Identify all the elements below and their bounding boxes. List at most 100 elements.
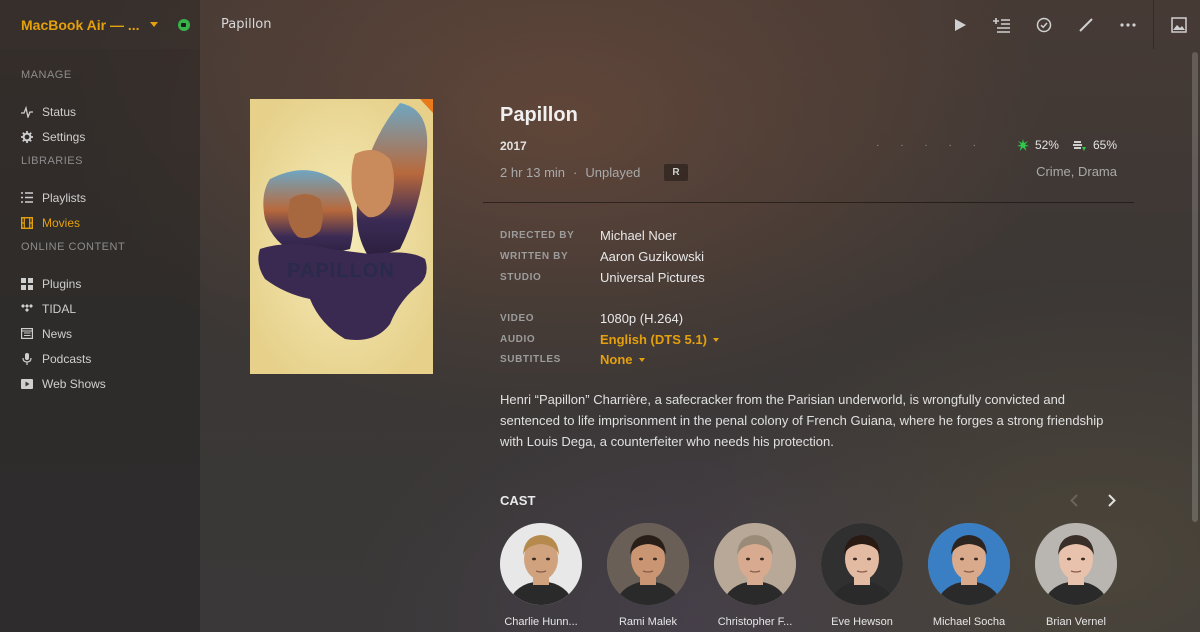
avatar	[714, 523, 796, 605]
sidebar-section-title: MANAGE	[21, 69, 72, 81]
sidebar-item-label: Playlists	[42, 190, 87, 205]
sidebar-item-news[interactable]: News	[0, 321, 200, 346]
sidebar-item-settings[interactable]: Settings	[0, 124, 200, 149]
chevron-down-icon	[712, 338, 719, 342]
movie-year: 2017	[500, 139, 527, 153]
critic-score-value: 52%	[1034, 138, 1059, 152]
edit-icon	[1079, 17, 1093, 32]
cast-name: Rami Malek	[618, 616, 678, 628]
cast-member[interactable]: Eve Hewson	[821, 523, 903, 628]
subtitles-select[interactable]: None	[600, 352, 645, 367]
cast-member[interactable]: Brian Vernel	[1035, 523, 1117, 628]
media-row-audio: AUDIO English (DTS 5.1)	[500, 332, 719, 347]
sidebar-item-status[interactable]: Status	[0, 99, 200, 124]
credit-label: DIRECTED BY	[500, 230, 575, 241]
pulse-icon	[21, 105, 33, 118]
sidebar-item-label: Settings	[42, 129, 86, 144]
edit-button[interactable]	[1065, 0, 1107, 49]
more-icon	[1120, 22, 1136, 27]
credit-row-writer: WRITTEN BY Aaron Guzikowski	[500, 249, 704, 264]
details-divider	[483, 202, 1134, 203]
tidal-icon	[21, 304, 33, 312]
avatar	[821, 523, 903, 605]
film-icon	[21, 216, 33, 229]
mark-watched-icon	[1036, 17, 1052, 32]
duration: 2 hr 13 min	[500, 165, 566, 180]
poster-title: PAPILLON	[287, 260, 395, 282]
cast-name: Eve Hewson	[831, 616, 893, 628]
top-bar: MacBook Air — ... Papillon	[0, 0, 1200, 49]
play-button[interactable]	[939, 0, 981, 49]
sidebar-item-podcasts[interactable]: Podcasts	[0, 346, 200, 371]
cast-member[interactable]: Michael Socha	[928, 523, 1010, 628]
cast-member[interactable]: Christopher F...	[714, 523, 796, 628]
add-to-queue-icon	[993, 17, 1010, 33]
sidebar-item-label: Movies	[42, 215, 81, 230]
play-state: Unplayed	[585, 165, 641, 180]
rotten-tomatoes-splat-icon	[1016, 139, 1029, 151]
audio-select[interactable]: English (DTS 5.1)	[600, 332, 719, 347]
meta-separator: ·	[573, 165, 578, 180]
subtitles-select-value: None	[600, 352, 633, 367]
audio-select-value: English (DTS 5.1)	[600, 332, 707, 347]
movie-poster[interactable]: PAPILLON	[250, 99, 433, 374]
content-rating-badge: R	[664, 164, 688, 181]
media-label: AUDIO	[500, 334, 536, 345]
credit-row-studio: STUDIO Universal Pictures	[500, 270, 705, 285]
credit-row-director: DIRECTED BY Michael Noer	[500, 228, 677, 243]
mark-watched-button[interactable]	[1023, 0, 1065, 49]
cast-prev-button[interactable]	[1067, 491, 1081, 509]
sidebar-section-title: LIBRARIES	[21, 155, 83, 167]
artwork-icon	[1171, 16, 1187, 33]
media-row-video: VIDEO 1080p (H.264)	[500, 311, 683, 326]
avatar	[928, 523, 1010, 605]
cast-name: Christopher F...	[717, 616, 793, 628]
server-selector[interactable]: MacBook Air — ...	[0, 0, 200, 49]
sidebar-item-movies[interactable]: Movies	[0, 210, 200, 235]
user-star-rating[interactable]: · · · · ·	[876, 140, 985, 151]
sidebar-item-tidal[interactable]: TIDAL	[0, 296, 200, 321]
sidebar-item-web-shows[interactable]: Web Shows	[0, 371, 200, 396]
credit-label: STUDIO	[500, 272, 542, 283]
ratings: · · · · · 52% 65%	[876, 138, 1117, 152]
media-label: VIDEO	[500, 313, 535, 324]
play-icon	[955, 18, 966, 31]
sidebar-item-label: Plugins	[42, 276, 82, 291]
toolbar-divider	[1153, 0, 1154, 49]
genres: Crime, Drama	[1036, 164, 1117, 179]
scrollbar-thumb[interactable]	[1192, 52, 1198, 522]
cast-list: Charlie Hunn... Rami Malek Christopher F..…	[500, 523, 1120, 632]
cast-name: Michael Socha	[932, 616, 1006, 628]
chevron-down-icon	[638, 358, 645, 362]
media-label: SUBTITLES	[500, 354, 561, 365]
video-value: 1080p (H.264)	[600, 311, 684, 326]
popcorn-icon	[1072, 141, 1086, 151]
sidebar-section-title: ONLINE CONTENT	[21, 241, 126, 253]
sidebar-item-plugins[interactable]: Plugins	[0, 271, 200, 296]
sidebar-item-label: Status	[42, 104, 77, 119]
lock-icon	[177, 18, 190, 31]
sidebar-item-label: News	[42, 326, 73, 341]
more-button[interactable]	[1107, 0, 1149, 49]
sidebar-item-playlists[interactable]: Playlists	[0, 185, 200, 210]
writer-link[interactable]: Aaron Guzikowski	[600, 249, 704, 264]
microphone-icon	[22, 352, 32, 365]
playlist-icon	[21, 192, 33, 203]
cast-member[interactable]: Charlie Hunn...	[500, 523, 582, 628]
web-show-icon	[21, 378, 33, 389]
meta-line: 2 hr 13 min · Unplayed R	[500, 164, 688, 181]
cast-member[interactable]: Rami Malek	[607, 523, 689, 628]
cast-next-button[interactable]	[1105, 491, 1119, 509]
cast-name: Charlie Hunn...	[504, 616, 578, 628]
scrollbar[interactable]	[1192, 52, 1198, 612]
artwork-button[interactable]	[1158, 0, 1200, 49]
add-to-queue-button[interactable]	[981, 0, 1023, 49]
chevron-down-icon	[149, 22, 158, 27]
director-link[interactable]: Michael Noer	[600, 228, 677, 243]
avatar	[1035, 523, 1117, 605]
sidebar: MANAGE Status Settings LIBRARIES Playlis…	[0, 49, 200, 632]
audience-score: 65%	[1072, 138, 1117, 152]
critic-score: 52%	[1016, 138, 1059, 152]
audience-score-value: 65%	[1092, 138, 1117, 152]
studio-value: Universal Pictures	[600, 270, 705, 285]
